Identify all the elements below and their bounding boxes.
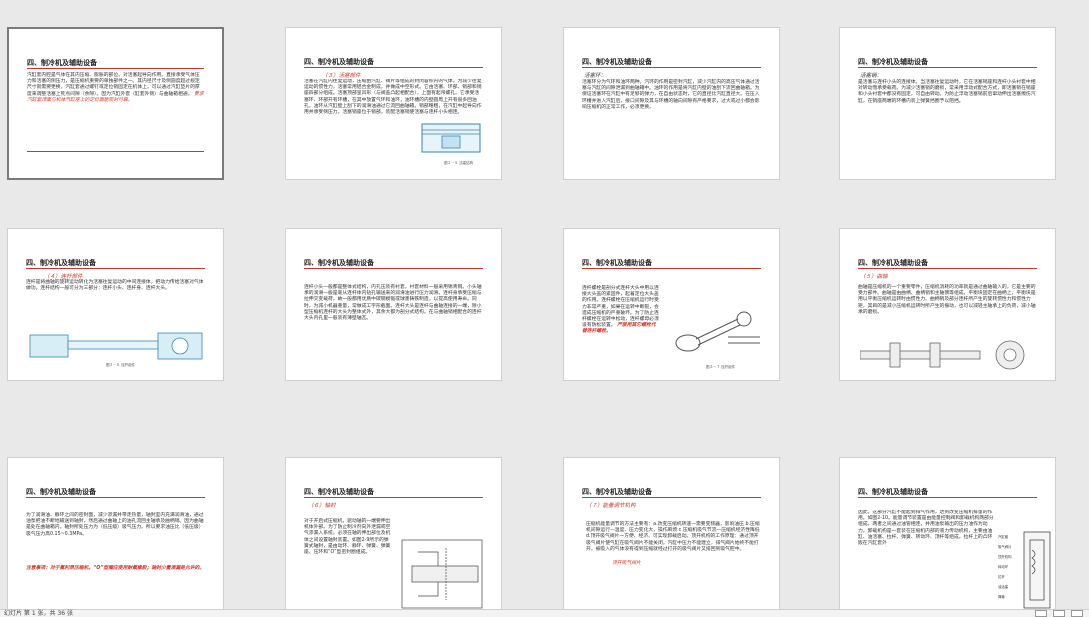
slide-thumbnail[interactable]: 四、制冷机及辅助设备 （３）活塞部件 活塞在汽缸内往复运动，压缩由汽缸、阀片等组… bbox=[285, 27, 502, 180]
slide-thumbnail[interactable]: 四、制冷机及辅助设备 因此，这部分汽缸不能起到排气作用，达到改变压缩机排量的作用… bbox=[839, 457, 1056, 609]
slide-heading: 活塞销： bbox=[860, 73, 883, 79]
slide-title: 四、制冷机及辅助设备 bbox=[304, 58, 374, 66]
title-divider bbox=[304, 268, 483, 269]
slide-title: 四、制冷机及辅助设备 bbox=[304, 488, 374, 496]
slide-body: 压缩机能量调节的方法主要有：a.改变压缩机转速—需要变频器，影响油压 b.压缩机… bbox=[586, 522, 760, 552]
title-divider bbox=[582, 497, 761, 498]
slide-title: 四、制冷机及辅助设备 bbox=[26, 488, 96, 496]
slide-title: 四、制冷机及辅助设备 bbox=[26, 259, 96, 267]
slide-thumbnail[interactable]: 四、制冷机及辅助设备 连杆小头一般都是整体式结构，内孔压装有衬套，衬套材料一般采… bbox=[285, 228, 502, 381]
svg-text:拉杆: 拉杆 bbox=[998, 574, 1005, 579]
slide-body: 曲轴是压缩机的一个重要零件，压缩机消耗的功率就是通过曲轴输入的，它是主要的受力部… bbox=[858, 285, 1036, 315]
slide-body: 连杆是将曲轴的旋转运动转化为活塞往复运动的中间连接体，把动力传给活塞对气体做功。… bbox=[26, 280, 204, 292]
slide-title: 四、制冷机及辅助设备 bbox=[582, 259, 652, 267]
status-bar: 幻灯片 第 1 张，共 36 张 bbox=[0, 609, 1089, 617]
slide-title: 四、制冷机及辅助设备 bbox=[27, 59, 97, 67]
slide-title: 四、制冷机及辅助设备 bbox=[858, 259, 928, 267]
slide-body: 连杆小头一般都是整体式结构，内孔压装有衬套，衬套材料一般采用锡青铜。小头轴承的润… bbox=[304, 285, 482, 322]
slide-thumbnail[interactable]: 四、制冷机及辅助设备 活塞环： 活塞环分为气环和油环两种。汽环的作用是密封汽缸，… bbox=[563, 27, 780, 180]
slide-counter: 幻灯片 第 1 张，共 36 张 bbox=[4, 610, 73, 617]
slide-title: 四、制冷机及辅助设备 bbox=[582, 58, 652, 66]
slide-thumbnail[interactable]: 四、制冷机及辅助设备 汽缸套内腔是气体在其内压缩、膨胀的部位。对活塞起导向作用。… bbox=[7, 27, 224, 180]
slide-thumbnail[interactable]: 四、制冷机及辅助设备 为了润滑油、静环之间的密封面，减少渗漏并带走热量，轴封室内… bbox=[7, 457, 224, 609]
slide-sorter-view-icon[interactable] bbox=[1053, 610, 1065, 617]
title-divider bbox=[27, 68, 204, 69]
figure-caption: 图２－６ 连杆组件 bbox=[106, 363, 136, 367]
slide-thumbnail[interactable]: 四、制冷机及辅助设备 （５）曲轴 曲轴是压缩机的一个重要零件，压缩机消耗的功率就… bbox=[839, 228, 1056, 381]
figure-caption: 图２－５ 活塞结构 bbox=[444, 161, 474, 165]
title-divider bbox=[304, 497, 483, 498]
slide-body: 活塞环分为气环和油环两种。汽环的作用是密封汽缸，减少汽缸内的高压气体通过活塞与汽… bbox=[582, 80, 760, 110]
view-buttons bbox=[1035, 610, 1083, 617]
slide-sorter-view[interactable]: 四、制冷机及辅助设备 汽缸套内腔是气体在其内压缩、膨胀的部位。对活塞起导向作用。… bbox=[0, 0, 1089, 609]
slide-heading: 活塞环： bbox=[584, 73, 607, 79]
slide-note: 注意事项：对于氟利昂压缩机，“O”型圈应使用耐氟橡胶；轴封少量渗漏是允许的。 bbox=[26, 566, 205, 571]
svg-text:转动环: 转动环 bbox=[998, 564, 1009, 569]
title-divider bbox=[858, 497, 1037, 498]
connecting-rod-figure-icon bbox=[29, 332, 203, 360]
slide-body: 对于开启式压缩机，驱动轴的一端要伸出机体外部。为了防止制冷剂向外泄漏或空气渗漏入… bbox=[304, 519, 391, 556]
slide-title: 四、制冷机及辅助设备 bbox=[582, 488, 652, 496]
slide-body-text: 连杆螺栓是剖分式连杆大头中用以连接大头盖的紧固件，起着定位大头盖的作用。连杆螺栓… bbox=[582, 286, 659, 336]
slide-note: 顶开吸气阀片 bbox=[612, 561, 641, 566]
crankshaft-figure-icon bbox=[860, 340, 1025, 370]
slide-body-text: 汽缸套内腔是气体在其内压缩、膨胀的部位。对活塞起导向作用。直接承受气体压力和活塞… bbox=[27, 73, 204, 104]
slide-thumbnail[interactable]: 四、制冷机及辅助设备 （７）能量调节机构 压缩机能量调节的方法主要有：a.改变压… bbox=[563, 457, 780, 609]
slide-body: 因此，这部分汽缸不能起到排气作用，达到改变压缩机排量的作用。如图2-10。能量调… bbox=[858, 510, 994, 547]
title-divider bbox=[26, 497, 205, 498]
slide-body: 为了润滑油、静环之间的密封面，减少渗漏并带走热量，轴封室内充满润滑油，通过油泵把… bbox=[26, 513, 204, 537]
shaft-seal-figure-icon bbox=[401, 539, 483, 609]
title-divider bbox=[582, 67, 761, 68]
slideshow-view-icon[interactable] bbox=[1071, 610, 1083, 617]
svg-text:油活塞: 油活塞 bbox=[998, 584, 1009, 589]
title-divider bbox=[858, 67, 1037, 68]
normal-view-icon[interactable] bbox=[1035, 610, 1047, 617]
svg-text:弹簧: 弹簧 bbox=[998, 594, 1005, 599]
capacity-control-figure-icon: 汽缸套 吸气阀片 顶开机构 转动环 拉杆 油活塞 弹簧 bbox=[998, 531, 1051, 609]
slide-title: 四、制冷机及辅助设备 bbox=[304, 259, 374, 267]
slide-title: 四、制冷机及辅助设备 bbox=[858, 58, 928, 66]
slide-body: 连杆螺栓是剖分式连杆大头中用以连接大头盖的紧固件，起着定位大头盖的作用。连杆螺栓… bbox=[582, 286, 659, 329]
title-divider bbox=[582, 268, 761, 269]
slide-body: 汽缸套内腔是气体在其内压缩、膨胀的部位。对活塞起导向作用。直接承受气体压力和活塞… bbox=[27, 73, 200, 97]
svg-text:汽缸套: 汽缸套 bbox=[998, 534, 1009, 539]
slide-heading: （３）活塞部件 bbox=[322, 73, 361, 79]
slide-heading: （４）连杆部件 bbox=[44, 274, 83, 280]
figure-caption: 图２－７ 连杆组件 bbox=[706, 365, 736, 369]
svg-text:吸气阀片: 吸气阀片 bbox=[998, 544, 1012, 549]
footer-divider bbox=[27, 151, 204, 152]
title-divider bbox=[858, 268, 1037, 269]
rod-bolt-figure-icon bbox=[675, 311, 760, 352]
slide-heading: （５）曲轴 bbox=[860, 274, 888, 280]
title-divider bbox=[304, 67, 483, 68]
slide-thumbnail[interactable]: 四、制冷机及辅助设备 （６）轴封 对于开启式压缩机，驱动轴的一端要伸出机体外部。… bbox=[285, 457, 502, 609]
slide-title: 四、制冷机及辅助设备 bbox=[858, 488, 928, 496]
figure-labels: 汽缸套 吸气阀片 顶开机构 转动环 拉杆 油活塞 弹簧 bbox=[998, 534, 1012, 599]
slide-heading: （７）能量调节机构 bbox=[586, 503, 636, 509]
slide-body: 是活塞与连杆小头的连接体。当活塞往复运动时，它在活塞销座和连杆小头衬套中相对转动… bbox=[858, 80, 1036, 104]
piston-figure-icon bbox=[421, 123, 481, 153]
slide-thumbnail[interactable]: 四、制冷机及辅助设备 活塞销： 是活塞与连杆小头的连接体。当活塞往复运动时，它在… bbox=[839, 27, 1056, 180]
slide-heading: （６）轴封 bbox=[308, 503, 336, 509]
svg-text:顶开机构: 顶开机构 bbox=[998, 554, 1012, 559]
slide-thumbnail[interactable]: 四、制冷机及辅助设备 连杆螺栓是剖分式连杆大头中用以连接大头盖的紧固件，起着定位… bbox=[563, 228, 780, 381]
title-divider bbox=[26, 268, 205, 269]
slide-thumbnail[interactable]: 四、制冷机及辅助设备 （４）连杆部件 连杆是将曲轴的旋转运动转化为活塞往复运动的… bbox=[7, 228, 224, 381]
